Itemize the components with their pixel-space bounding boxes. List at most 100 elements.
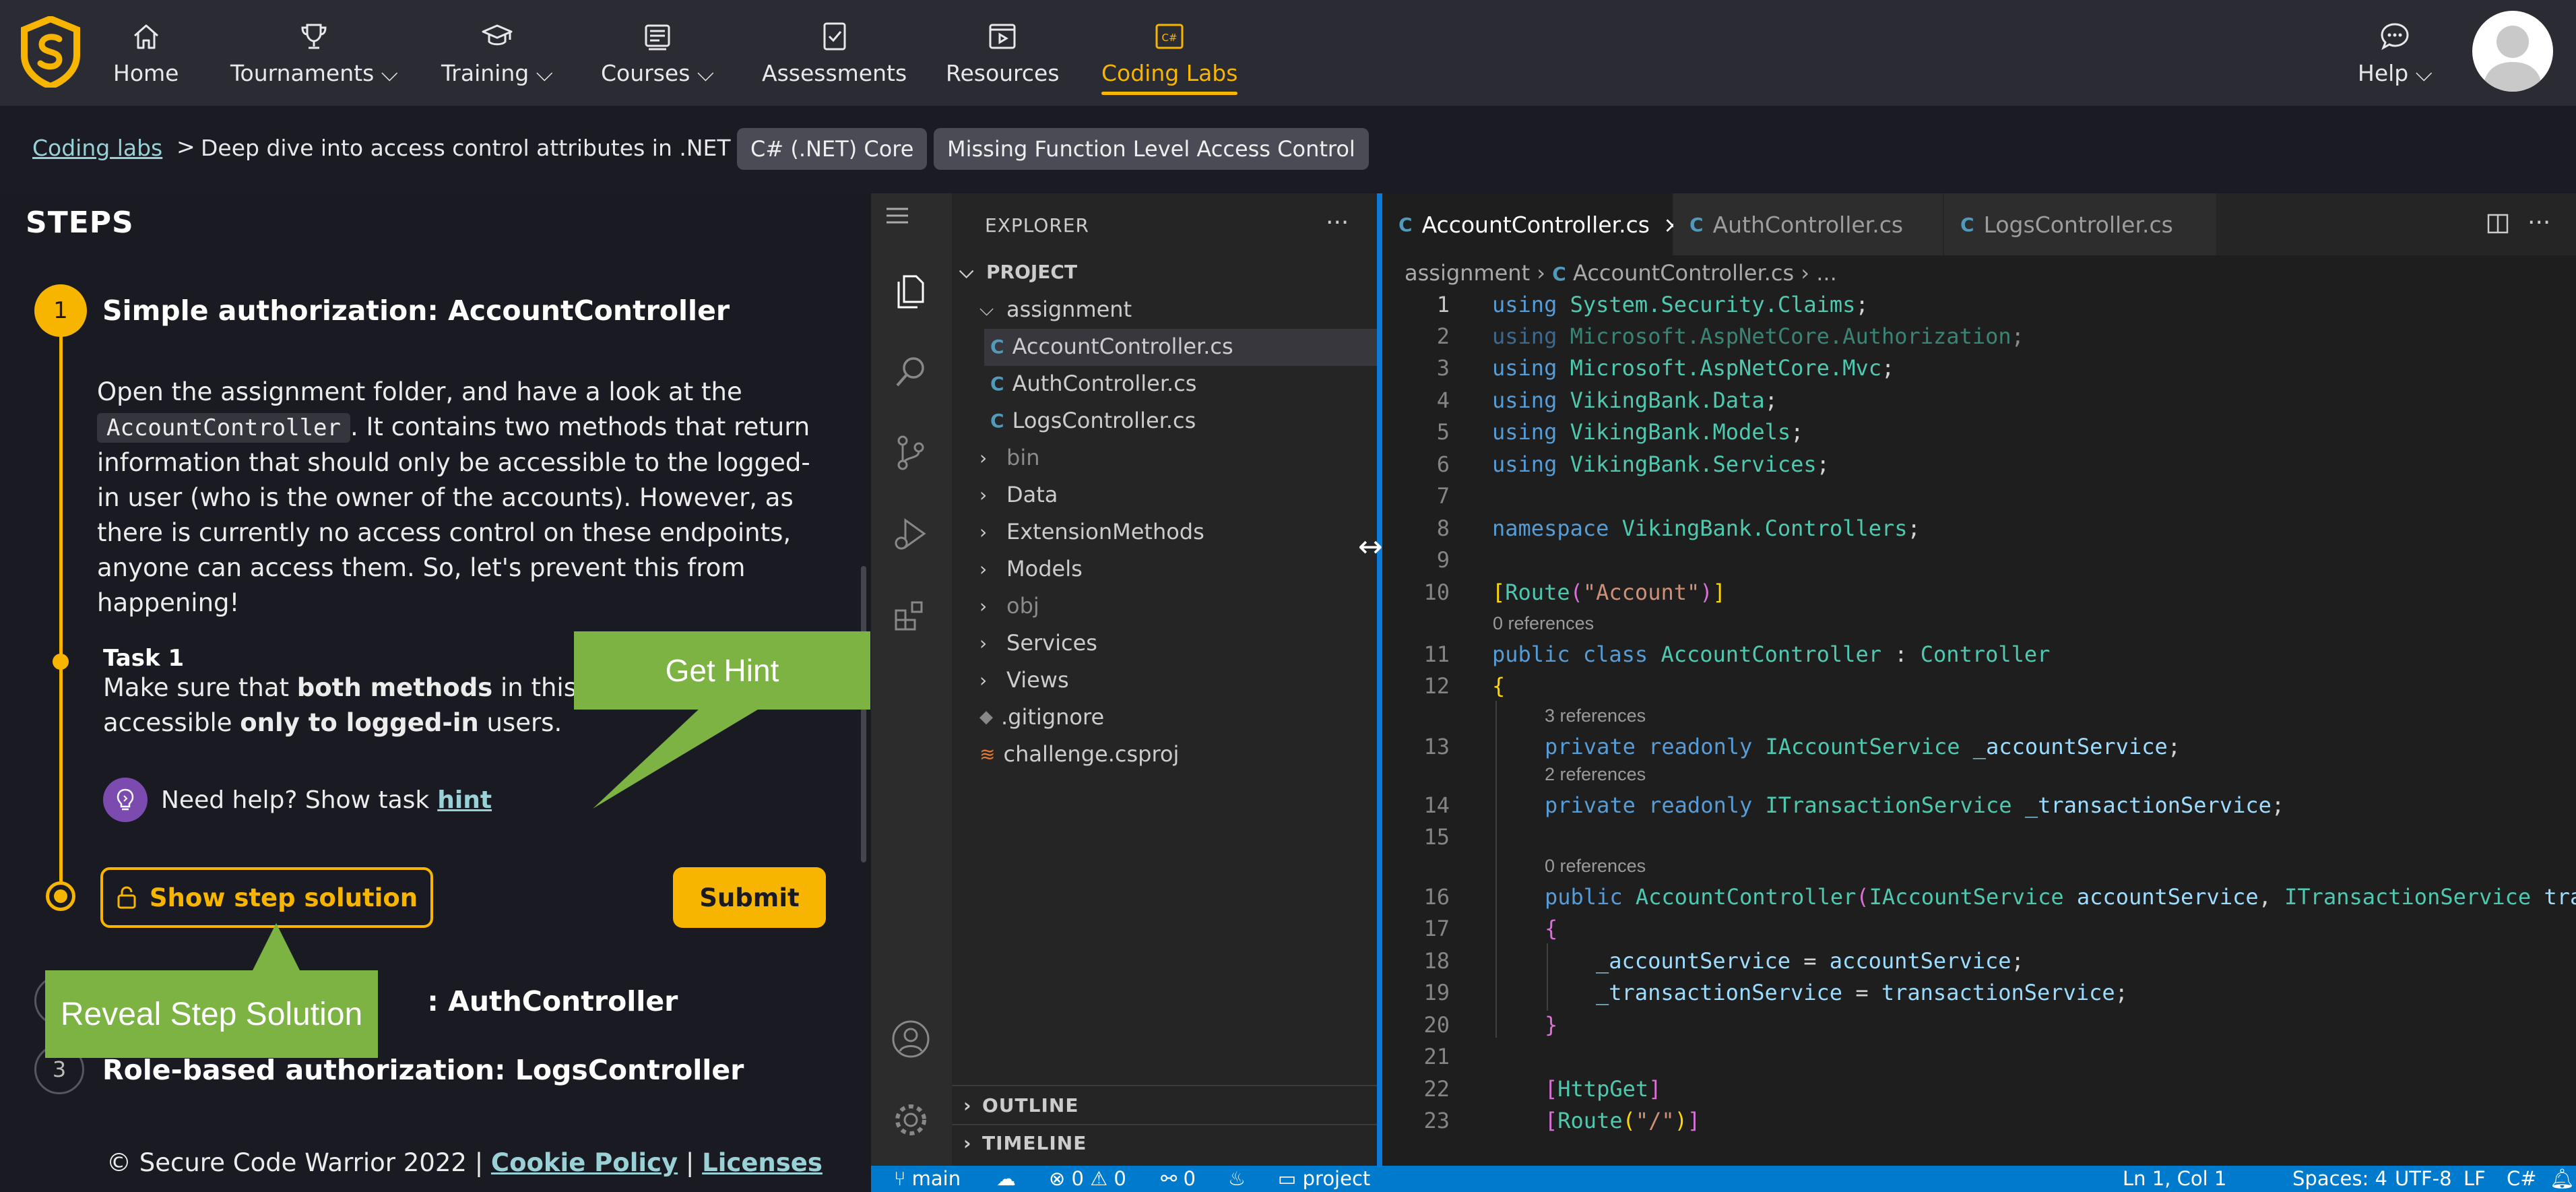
- graduation-cap-icon: [482, 24, 513, 45]
- tree-folder-bin[interactable]: › bin: [979, 445, 1039, 470]
- tree-folder-data[interactable]: › Data: [979, 482, 1058, 507]
- tab-logscontroller[interactable]: C LogsController.cs: [1944, 193, 2216, 255]
- line-number: 4: [1436, 387, 1450, 413]
- cookie-policy-link[interactable]: Cookie Policy: [491, 1148, 678, 1177]
- explorer-more-actions[interactable]: ···: [1326, 209, 1349, 237]
- line-number: 1: [1436, 292, 1450, 317]
- tree-project-folder[interactable]: ⌵ PROJECT: [959, 260, 1077, 283]
- line-number: 22: [1423, 1076, 1450, 1102]
- nav-home-label: Home: [113, 60, 179, 86]
- code-line: public AccountController(IAccountService…: [1545, 884, 2576, 910]
- sync-icon[interactable]: ☁: [996, 1167, 1016, 1190]
- line-number: 12: [1423, 673, 1450, 699]
- step-1-title[interactable]: Simple authorization: AccountController: [102, 294, 730, 327]
- editor-more-actions[interactable]: ···: [2527, 209, 2550, 237]
- nav-coding-labs-label: Coding Labs: [1101, 60, 1238, 86]
- licenses-link[interactable]: Licenses: [702, 1148, 823, 1177]
- files-explorer-icon[interactable]: [889, 270, 932, 313]
- step-timeline: [59, 317, 63, 896]
- line-number: 20: [1423, 1012, 1450, 1038]
- tree-assignment-folder[interactable]: ⌵ assignment: [979, 296, 1132, 322]
- nav-assessments[interactable]: Assessments: [762, 0, 907, 106]
- status-indentation[interactable]: Spaces: 4: [2292, 1167, 2387, 1190]
- line-number: 6: [1436, 451, 1450, 477]
- status-ports[interactable]: ⚯ 0: [1161, 1167, 1196, 1190]
- panel-divider: [952, 1124, 1377, 1125]
- tag-vulnerability: Missing Function Level Access Control: [934, 128, 1369, 170]
- chat-help-icon: [2381, 22, 2409, 50]
- code-line: using VikingBank.Models;: [1492, 419, 1804, 445]
- timeline-section[interactable]: › TIMELINE: [963, 1132, 1087, 1154]
- menu-icon[interactable]: [881, 199, 913, 232]
- show-step-solution-label: Show step solution: [149, 883, 418, 912]
- settings-gear-icon[interactable]: [889, 1098, 932, 1141]
- nav-courses[interactable]: Courses ⌵: [601, 0, 714, 106]
- resize-cursor-icon: ↔: [1358, 530, 1383, 564]
- nav-tournaments-label: Tournaments ⌵: [230, 59, 398, 86]
- user-avatar[interactable]: [2472, 11, 2553, 92]
- step-1-description: Open the assignment folder, and have a l…: [97, 377, 810, 617]
- tree-folder-services[interactable]: › Services: [979, 630, 1097, 656]
- split-editor-icon[interactable]: [2486, 212, 2510, 236]
- status-folder[interactable]: ▭ project: [1278, 1167, 1370, 1190]
- tree-folder-models[interactable]: › Models: [979, 556, 1083, 582]
- status-encoding[interactable]: UTF-8: [2395, 1167, 2452, 1190]
- nav-help-label: Help ⌵: [2358, 59, 2433, 86]
- outline-section[interactable]: › OUTLINE: [963, 1094, 1078, 1117]
- status-cursor-position[interactable]: Ln 1, Col 1: [2123, 1167, 2226, 1190]
- step-3-title[interactable]: Role-based authorization: LogsController: [102, 1054, 744, 1086]
- account-icon[interactable]: [889, 1017, 932, 1061]
- status-eol[interactable]: LF: [2464, 1167, 2486, 1190]
- nav-resources-label: Resources: [946, 60, 1060, 86]
- nav-coding-labs[interactable]: C# Coding Labs: [1101, 0, 1238, 106]
- nav-training-label: Training ⌵: [441, 59, 553, 86]
- gitignore-icon: ◆: [979, 707, 993, 727]
- codelens-references[interactable]: 0 references: [1545, 856, 1646, 877]
- status-problems[interactable]: ⊗ 0 ⚠ 0: [1049, 1167, 1126, 1190]
- indent-guide: [1547, 943, 1548, 1011]
- nav-resources[interactable]: Resources: [946, 0, 1060, 106]
- nav-help[interactable]: Help ⌵: [2358, 0, 2433, 106]
- nav-training[interactable]: Training ⌵: [441, 0, 553, 106]
- codelens-references[interactable]: 3 references: [1545, 705, 1646, 726]
- csharp-file-icon: C: [1398, 213, 1413, 236]
- tree-file-accountcontroller[interactable]: C AccountController.cs: [990, 334, 1233, 359]
- nav-home[interactable]: Home: [113, 0, 179, 106]
- secure-code-warrior-logo[interactable]: [20, 16, 81, 88]
- show-hint-link[interactable]: hint: [437, 786, 492, 814]
- indent-guide: [1495, 701, 1497, 1038]
- tab-accountcontroller[interactable]: C AccountController.cs ×: [1382, 193, 1682, 255]
- breadcrumb-coding-labs-link[interactable]: Coding labs: [32, 135, 162, 161]
- code-line: [Route("/")]: [1545, 1108, 1701, 1133]
- submit-button[interactable]: Submit: [673, 867, 826, 928]
- user-silhouette-icon: [2483, 26, 2542, 92]
- tree-file-authcontroller[interactable]: C AuthController.cs: [990, 371, 1196, 396]
- nav-tournaments[interactable]: Tournaments ⌵: [230, 0, 398, 106]
- tree-folder-obj[interactable]: › obj: [979, 593, 1039, 619]
- breadcrumb-separator: >: [176, 133, 195, 160]
- run-debug-icon[interactable]: [889, 512, 932, 555]
- line-number: 11: [1423, 641, 1450, 667]
- tree-file-csproj[interactable]: ≋ challenge.csproj: [979, 741, 1179, 767]
- status-language[interactable]: C#: [2507, 1167, 2537, 1190]
- notifications-bell-icon[interactable]: 🔔︎: [2550, 1167, 2575, 1191]
- task-1-title: Task 1: [103, 645, 185, 672]
- source-control-icon[interactable]: [889, 431, 932, 474]
- code-line: [Route("Account")]: [1492, 579, 1726, 605]
- code-line: _transactionService = transactionService…: [1596, 980, 2128, 1005]
- flame-icon[interactable]: ♨: [1228, 1167, 1246, 1190]
- search-icon[interactable]: [889, 350, 932, 394]
- csharp-file-icon: C: [1552, 263, 1566, 285]
- status-branch[interactable]: ⑂ main: [894, 1167, 961, 1190]
- tree-folder-views[interactable]: › Views: [979, 667, 1069, 693]
- codelens-references[interactable]: 2 references: [1545, 764, 1646, 785]
- tree-file-logscontroller[interactable]: C LogsController.cs: [990, 408, 1196, 433]
- extensions-icon[interactable]: [889, 593, 932, 636]
- code-line: namespace VikingBank.Controllers;: [1492, 515, 1921, 541]
- sash-divider[interactable]: [1377, 193, 1382, 1166]
- tree-folder-extensionmethods[interactable]: › ExtensionMethods: [979, 519, 1204, 544]
- code-line: [HttpGet]: [1545, 1076, 1662, 1102]
- tab-authcontroller[interactable]: C AuthController.cs: [1673, 193, 1943, 255]
- codelens-references[interactable]: 0 references: [1493, 613, 1594, 634]
- tree-file-gitignore[interactable]: ◆ .gitignore: [979, 704, 1104, 730]
